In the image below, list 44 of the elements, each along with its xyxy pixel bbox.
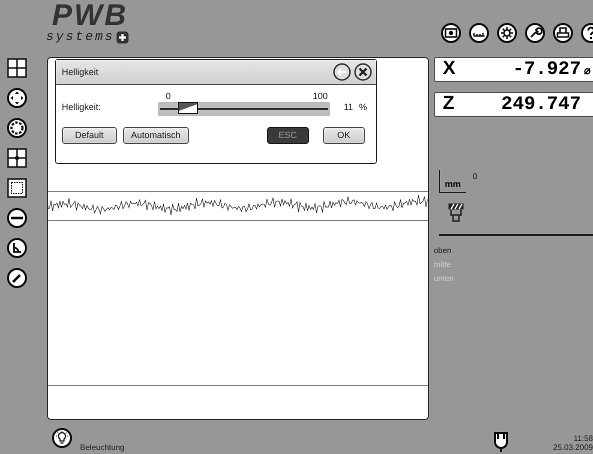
unit-exponent: 0 xyxy=(472,172,478,181)
logo-subtitle: systems xyxy=(46,30,115,44)
logo-text: PWB xyxy=(52,2,129,30)
lightbulb-icon[interactable] xyxy=(52,428,72,448)
position-option[interactable]: oben xyxy=(434,244,593,258)
clock-time: 11:58 xyxy=(574,434,593,443)
unit-label: mm xyxy=(438,170,466,193)
tool-holder-icon xyxy=(448,202,464,223)
minus-icon[interactable] xyxy=(6,208,27,228)
clock-date: 25.03.2009 xyxy=(552,443,593,452)
slider-thumb[interactable] xyxy=(178,102,198,114)
grid-icon[interactable] xyxy=(6,58,27,78)
back-icon[interactable] xyxy=(332,62,351,81)
axis-label: Z xyxy=(442,92,456,115)
axis-value: -7.927 xyxy=(512,58,581,80)
dialog-title: Helligkeit xyxy=(62,66,98,77)
slider-track[interactable] xyxy=(158,102,330,116)
axis-label: X xyxy=(442,58,456,80)
crosshair-icon[interactable] xyxy=(6,148,27,168)
ruler-icon[interactable] xyxy=(469,23,489,43)
unit-label: % xyxy=(359,102,368,112)
dialog-button[interactable]: OK xyxy=(322,126,365,144)
settings-icon[interactable] xyxy=(497,23,517,43)
gear-icon[interactable] xyxy=(6,118,27,138)
status-label: Beleuchtung xyxy=(80,443,124,452)
camera-icon[interactable] xyxy=(441,23,461,43)
plug-icon xyxy=(494,432,508,452)
slider-value: 11 xyxy=(344,102,354,112)
wrench-icon[interactable] xyxy=(525,23,545,43)
close-icon[interactable] xyxy=(354,62,372,81)
scale-label: 100 xyxy=(312,90,328,101)
dialog-button[interactable]: Default xyxy=(62,126,117,144)
move-icon[interactable] xyxy=(6,88,27,108)
frame-icon[interactable] xyxy=(6,178,27,198)
scale-label: 0 xyxy=(166,90,171,101)
gauge-icon[interactable] xyxy=(6,268,27,288)
dialog-button[interactable]: ESC xyxy=(266,126,309,144)
plus-icon xyxy=(116,30,129,44)
printer-icon[interactable] xyxy=(553,23,573,43)
dialog-button[interactable]: Automatisch xyxy=(122,126,189,144)
axis-value: 249.747 xyxy=(500,92,581,115)
slider-label: Helligkeit: xyxy=(62,102,102,112)
angle-icon[interactable] xyxy=(6,238,27,258)
diameter-symbol: ⌀ xyxy=(584,64,592,77)
